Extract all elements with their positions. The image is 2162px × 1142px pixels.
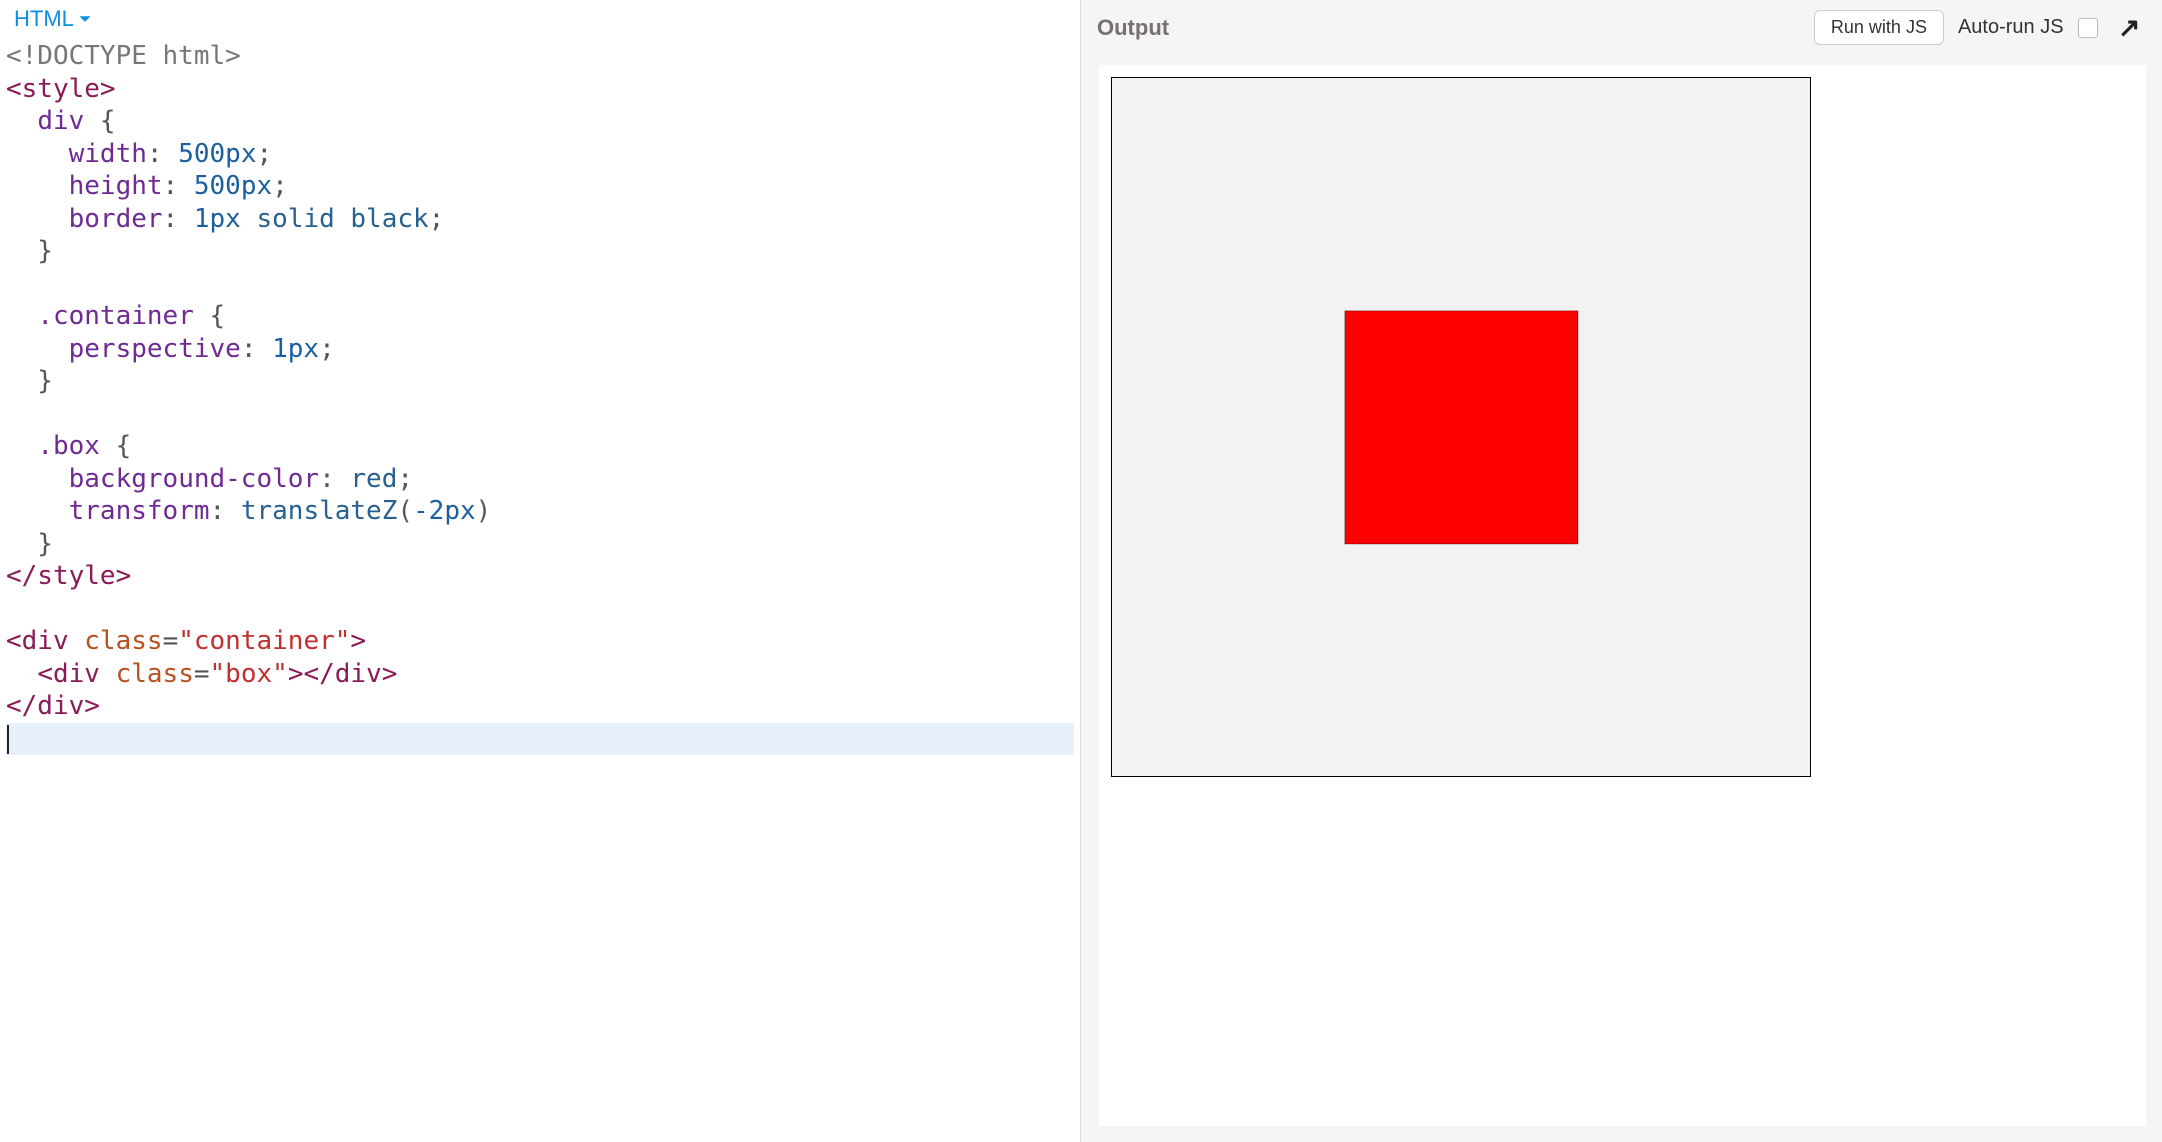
code-line xyxy=(6,593,1074,626)
autorun-checkbox[interactable] xyxy=(2078,18,2098,38)
code-line: .container { xyxy=(6,300,1074,333)
code-line: } xyxy=(6,528,1074,561)
code-line: width: 500px; xyxy=(6,138,1074,171)
language-selector[interactable]: HTML xyxy=(14,6,92,32)
rendered-container-div xyxy=(1111,77,1811,777)
popout-icon[interactable]: ↗ xyxy=(2108,12,2149,43)
code-line: perspective: 1px; xyxy=(6,333,1074,366)
autorun-label: Auto-run JS xyxy=(1958,16,2064,39)
code-line: height: 500px; xyxy=(6,170,1074,203)
text-cursor xyxy=(7,725,9,754)
code-line xyxy=(6,398,1074,431)
rendered-box-div xyxy=(1345,311,1578,544)
code-line: </div> xyxy=(6,690,1074,723)
code-line: </style> xyxy=(6,560,1074,593)
code-line: <style> xyxy=(6,73,1074,106)
editor-toolbar: HTML xyxy=(0,0,1080,36)
code-line: .box { xyxy=(6,430,1074,463)
output-panel-title: Output xyxy=(1097,15,1169,41)
code-line: background-color: red; xyxy=(6,463,1074,496)
output-toolbar: Output Run with JS Auto-run JS ↗ xyxy=(1081,0,2162,53)
code-line: transform: translateZ(-2px) xyxy=(6,495,1074,528)
chevron-down-icon xyxy=(78,6,92,32)
code-editor-panel: HTML <!DOCTYPE html><style> div { width:… xyxy=(0,0,1081,1142)
code-line: div { xyxy=(6,105,1074,138)
code-line: <!DOCTYPE html> xyxy=(6,40,1074,73)
code-line: } xyxy=(6,235,1074,268)
code-line: <div class="box"></div> xyxy=(6,658,1074,691)
rendered-output xyxy=(1111,77,2134,1114)
code-line: border: 1px solid black; xyxy=(6,203,1074,236)
code-line xyxy=(6,723,1074,756)
output-panel: Output Run with JS Auto-run JS ↗ xyxy=(1081,0,2162,1142)
run-with-js-button[interactable]: Run with JS xyxy=(1814,10,1944,45)
code-line: <div class="container"> xyxy=(6,625,1074,658)
language-label: HTML xyxy=(14,6,74,32)
code-line xyxy=(6,268,1074,301)
output-frame xyxy=(1099,65,2146,1126)
code-editor[interactable]: <!DOCTYPE html><style> div { width: 500p… xyxy=(0,36,1080,1142)
code-line: } xyxy=(6,365,1074,398)
